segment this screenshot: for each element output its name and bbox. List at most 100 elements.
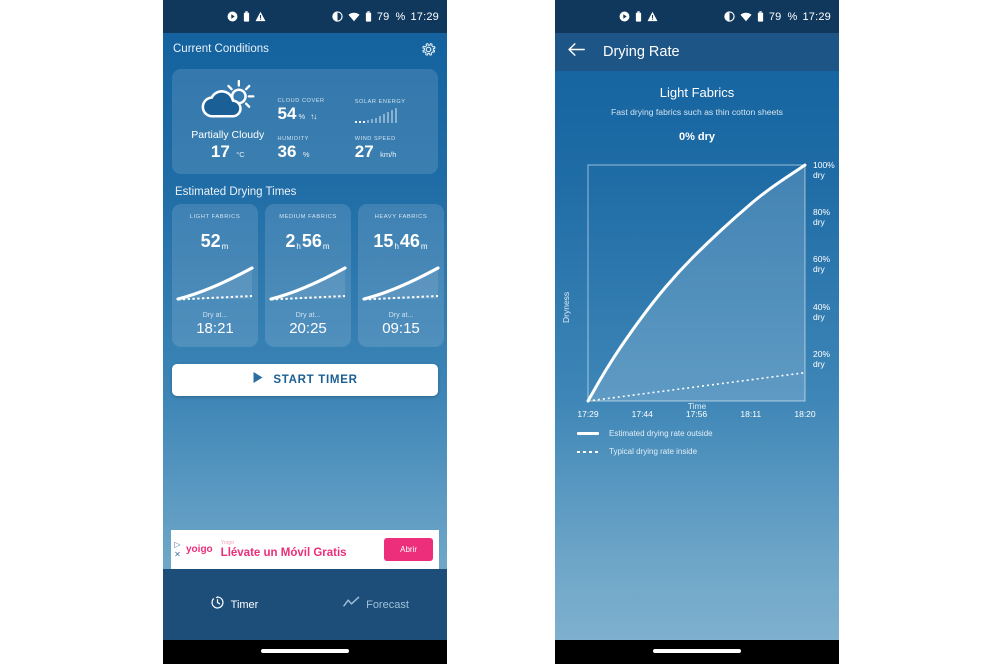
legend-item-outside: Estimated drying rate outside [577,429,839,438]
fabric-card-label: HEAVY FABRICS [374,214,428,220]
chart-area-fill [588,165,806,401]
chart-y-tick: 80% dry [813,207,831,228]
wind-speed-value: 27 [354,142,374,161]
fabric-mini-chart [176,266,254,301]
wind-speed-metric: WIND SPEED 27 km/h [355,136,428,162]
legend-label-inside: Typical drying rate inside [609,447,698,456]
dryness-percent-status: 0% dry [678,131,716,143]
cloud-cover-metric: CLOUD COVER 54 % ↑↓ [278,98,351,123]
left-screen: 79 % 17:29 Current Conditions CLOUD COVE… [163,0,447,640]
arrow-left-icon[interactable] [568,42,586,62]
ad-texts: Yoigo Llévate un Móvil Gratis [221,540,384,560]
chart-x-axis-label: Time [687,401,707,411]
battery-percent: 79 [376,10,390,23]
temperature-unit: °C [236,150,245,159]
solar-bar [394,108,398,123]
solar-bar [378,116,382,123]
ad-cta-button[interactable]: Abrir [384,538,433,561]
status-bar-clock: 17:29 [802,10,831,23]
ad-info-icon[interactable]: ▷ [174,540,180,549]
wifi-icon [740,12,752,22]
fabric-card[interactable]: MEDIUM FABRICS 2h56m Dry at... 20:25 [265,204,351,347]
system-gesture-bar-right [555,640,839,664]
right-screen: 79 % 17:29 Drying Rate Light Fabrics Fas… [555,0,839,640]
status-bar-right-left-icons [619,11,658,22]
fabric-card-dry-at-label: Dry at... [202,312,228,319]
current-conditions-header: Current Conditions [163,33,447,65]
solar-bar [374,118,378,123]
bottom-navigation: Timer Forecast [163,569,447,640]
drying-times-section-title: Estimated Drying Times [175,186,297,198]
start-timer-button[interactable]: START TIMER [172,364,438,396]
condition-name: Partially Cloudy [191,129,265,141]
forecast-chart-icon [343,596,360,614]
legend-label-outside: Estimated drying rate outside [609,429,713,438]
gear-icon[interactable] [420,41,437,58]
humidity-metric: HUMIDITY 36 % [278,136,351,162]
home-indicator-right[interactable] [653,649,741,653]
fabric-card-dry-at-time: 09:15 [382,320,420,337]
cloud-cover-unit: % [298,112,306,122]
fabric-card-label: LIGHT FABRICS [189,214,241,220]
timer-icon [210,595,225,615]
chart-y-tick: 60% dry [813,254,831,275]
fabric-card-duration: 52m [200,231,229,251]
percent-symbol: % [787,10,798,23]
ad-close-icon[interactable]: ✕ [174,550,181,559]
chart-legend: Estimated drying rate outside Typical dr… [577,429,839,456]
page-title: Current Conditions [173,43,269,55]
fabric-card-dry-at-time: 18:21 [196,320,234,337]
status-bar-right-icons: 79 % 17:29 [332,11,439,23]
status-bar-left: 79 % 17:29 [163,0,447,33]
ad-marks: ▷ ✕ [171,530,184,569]
percent-symbol: % [395,10,406,23]
chart-y-tick: 40% dry [813,301,831,322]
humidity-unit: % [302,150,310,159]
battery-icon [757,11,764,22]
solar-bar [390,110,394,123]
ad-banner[interactable]: ▷ ✕ yoigo Yoigo Llévate un Móvil Gratis … [171,530,439,569]
play-circle-icon [619,11,630,22]
battery-icon [365,11,372,22]
fabric-type-title: Light Fabrics [659,85,735,100]
status-bar-left-icons [227,11,266,22]
play-icon [252,371,264,389]
wifi-icon [348,12,360,22]
solar-energy-bars [354,107,428,123]
chart-y-axis-label: Dryness [561,291,571,323]
solar-bar [382,114,386,123]
legend-item-inside: Typical drying rate inside [577,447,839,456]
nav-item-forecast[interactable]: Forecast [305,596,447,614]
legend-swatch-dotted [577,450,599,453]
solar-bar [386,112,390,123]
battery-saver-icon [635,11,642,22]
solar-energy-metric: SOLAR ENERGY [354,99,428,123]
fabric-card-dry-at-label: Dry at... [295,312,321,319]
battery-percent: 79 [768,10,782,23]
fabric-mini-chart [269,266,347,301]
app-bar-title: Drying Rate [603,44,680,60]
fabric-card[interactable]: LIGHT FABRICS 52m Dry at... 18:21 [172,204,258,347]
home-indicator-left[interactable] [261,649,349,653]
ad-brand-logo: yoigo [186,544,213,555]
nav-label-timer: Timer [230,598,259,611]
nav-item-timer[interactable]: Timer [163,595,305,615]
fabric-card-duration: 2h56m [285,231,330,251]
status-bar-right-right-icons: 79 % 17:29 [724,11,831,23]
system-gesture-bar-left [163,640,447,664]
brightness-icon [724,11,735,22]
ad-headline: Llévate un Móvil Gratis [220,546,347,559]
partly-cloudy-icon [182,79,274,123]
app-bar: Drying Rate [555,33,839,71]
fabric-card[interactable]: HEAVY FABRICS 15h46m Dry at... 09:15 [358,204,444,347]
solar-bar [366,120,370,123]
status-bar-clock: 17:29 [410,10,439,23]
phone-left: 79 % 17:29 Current Conditions CLOUD COVE… [163,0,447,664]
chart-canvas [586,163,807,403]
brightness-icon [332,11,343,22]
temperature-value: 17 [210,142,230,161]
solar-bar [370,119,374,123]
screenshot-stage: 79 % 17:29 Current Conditions CLOUD COVE… [0,0,1000,664]
fabric-card-dry-at-label: Dry at... [388,312,414,319]
fabric-card-label: MEDIUM FABRICS [279,214,337,220]
